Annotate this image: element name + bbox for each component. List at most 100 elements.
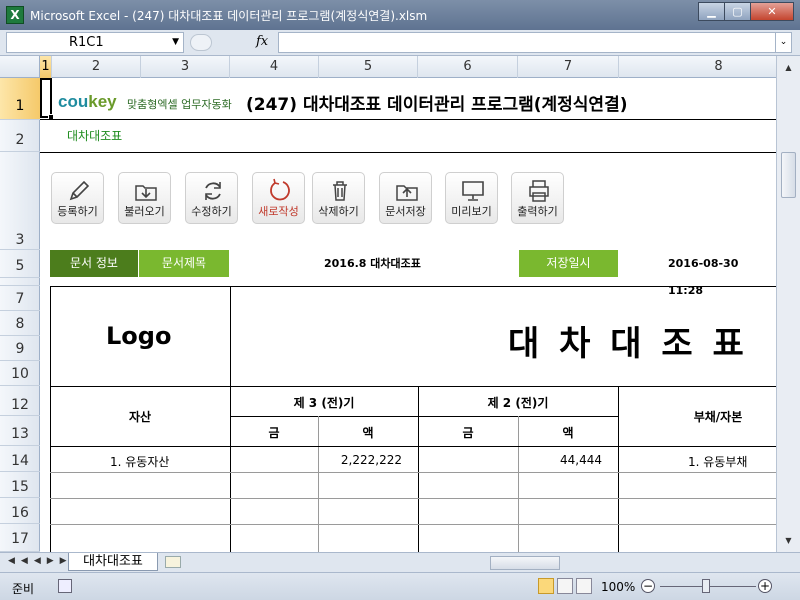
pencil-icon bbox=[69, 180, 90, 201]
select-all-corner[interactable] bbox=[0, 56, 40, 78]
row-header[interactable]: 16 bbox=[0, 498, 40, 524]
doc-info-label: 문서 정보 bbox=[50, 250, 138, 277]
monitor-icon bbox=[462, 181, 484, 201]
window-title: Microsoft Excel - (247) 대차대조표 데이터관리 프로그램… bbox=[30, 9, 428, 23]
period2-header: 제 2 (전)기 bbox=[487, 396, 549, 410]
table-border bbox=[230, 286, 231, 552]
normal-view-icon[interactable] bbox=[538, 578, 554, 594]
zoom-out-icon[interactable]: − bbox=[641, 579, 655, 593]
row1-asset[interactable]: 1. 유동자산 bbox=[110, 453, 169, 470]
report-logo: Logo bbox=[106, 322, 172, 350]
insert-sheet-icon[interactable] bbox=[165, 556, 181, 568]
name-box[interactable]: R1C1 ▼ bbox=[6, 32, 184, 53]
column-header[interactable]: 2 bbox=[52, 56, 141, 78]
row-header[interactable]: 10 bbox=[0, 361, 40, 386]
save-document-button[interactable]: 문서저장 bbox=[379, 172, 432, 224]
row-headers: 1 2 3 5 7 8 9 10 12 13 14 15 16 17 bbox=[0, 78, 40, 552]
edit-button[interactable]: 수정하기 bbox=[185, 172, 238, 224]
sheet-tab-bar: ◀◀◀▶▶▶ 대차대조표 bbox=[0, 552, 800, 572]
divider bbox=[40, 119, 776, 120]
page-layout-view-icon[interactable] bbox=[557, 578, 573, 594]
upload-folder-icon bbox=[396, 185, 418, 201]
print-button[interactable]: 출력하기 bbox=[511, 172, 564, 224]
trash-icon bbox=[333, 181, 347, 201]
load-button[interactable]: 불러오기 bbox=[118, 172, 171, 224]
doc-title-value[interactable]: 2016.8 대차대조표 bbox=[324, 250, 421, 277]
row-header[interactable]: 9 bbox=[0, 336, 40, 361]
sheet-tab[interactable]: 대차대조표 bbox=[68, 553, 158, 571]
close-button[interactable]: ✕ bbox=[750, 2, 794, 21]
column-header[interactable]: 6 bbox=[418, 56, 518, 78]
vertical-scroll-thumb[interactable] bbox=[781, 152, 796, 198]
row-header[interactable]: 1 bbox=[0, 78, 40, 120]
delete-button[interactable]: 삭제하기 bbox=[312, 172, 365, 224]
report-title: 대 차 대 조 표 bbox=[508, 324, 748, 364]
scroll-up-icon[interactable]: ▲ bbox=[781, 60, 796, 75]
column-headers: 1 2 3 4 5 6 7 8 bbox=[0, 56, 776, 78]
formula-cancel-enter-icon bbox=[190, 34, 212, 51]
new-circle-icon bbox=[270, 178, 290, 201]
liability-header: 부채/자본 bbox=[693, 410, 743, 424]
printer-icon bbox=[529, 180, 549, 202]
scroll-down-icon[interactable]: ▼ bbox=[781, 533, 796, 548]
status-bar: 준비 100% − + bbox=[0, 572, 800, 600]
divider bbox=[40, 152, 776, 153]
row-header[interactable]: 5 bbox=[0, 250, 40, 278]
zoom-in-icon[interactable]: + bbox=[758, 579, 772, 593]
period3-header: 제 3 (전)기 bbox=[293, 396, 355, 410]
zoom-level[interactable]: 100% bbox=[601, 580, 635, 594]
page-break-view-icon[interactable] bbox=[576, 578, 592, 594]
table-border bbox=[50, 446, 776, 447]
column-header[interactable]: 7 bbox=[518, 56, 619, 78]
new-button[interactable]: 새로작성 bbox=[252, 172, 305, 224]
toolbar-label: 문서저장 bbox=[385, 205, 426, 218]
row-header[interactable]: 8 bbox=[0, 311, 40, 336]
row-header[interactable]: 17 bbox=[0, 524, 40, 552]
amount-header-a: 금 bbox=[268, 426, 280, 440]
horizontal-scroll-thumb[interactable] bbox=[490, 556, 560, 570]
toolbar-label: 출력하기 bbox=[517, 205, 558, 218]
table-border bbox=[50, 386, 776, 387]
macro-record-icon[interactable] bbox=[58, 579, 72, 593]
formula-input[interactable] bbox=[278, 32, 776, 53]
formula-expand-button[interactable]: ⌄ bbox=[776, 32, 792, 53]
column-header[interactable]: 1 bbox=[40, 56, 52, 78]
maximize-button[interactable]: ▢ bbox=[724, 2, 751, 21]
preview-button[interactable]: 미리보기 bbox=[445, 172, 498, 224]
worksheet-grid: 1 2 3 4 5 6 7 8 1 2 3 5 7 8 9 10 12 13 1… bbox=[0, 56, 776, 552]
page-subtitle: 대차대조표 bbox=[67, 129, 123, 143]
horizontal-scrollbar[interactable] bbox=[470, 556, 776, 570]
toolbar-label: 등록하기 bbox=[57, 205, 98, 218]
tagline: 맞춤형엑셀 업무자동화 bbox=[127, 98, 232, 111]
row1-p3-amount[interactable]: 2,222,222 bbox=[318, 453, 402, 467]
row-header[interactable]: 3 bbox=[0, 152, 40, 250]
amount-header-b: 액 bbox=[362, 426, 374, 440]
row-header[interactable]: 13 bbox=[0, 416, 40, 446]
row-header[interactable]: 12 bbox=[0, 386, 40, 416]
insert-function-icon[interactable]: fx bbox=[256, 34, 268, 49]
formula-bar: R1C1 ▼ fx ⌄ bbox=[0, 30, 800, 56]
row-header[interactable]: 14 bbox=[0, 446, 40, 472]
zoom-slider-thumb[interactable] bbox=[702, 579, 710, 593]
row1-p2-amount[interactable]: 44,444 bbox=[518, 453, 602, 467]
table-gridline bbox=[50, 498, 776, 499]
minimize-button[interactable]: ▁ bbox=[698, 2, 725, 21]
brand-key: key bbox=[88, 92, 117, 111]
sheet-content: coukey 맞춤형엑셀 업무자동화 (247) 대차대조표 데이터관리 프로그… bbox=[40, 78, 776, 552]
vertical-scrollbar[interactable]: ▲ ▼ bbox=[776, 56, 800, 552]
column-header[interactable]: 3 bbox=[141, 56, 230, 78]
row1-liability[interactable]: 1. 유동부채 bbox=[688, 453, 747, 470]
row-header[interactable]: 7 bbox=[0, 286, 40, 311]
status-ready: 준비 bbox=[12, 582, 35, 596]
column-header[interactable]: 4 bbox=[230, 56, 319, 78]
chevron-down-icon[interactable]: ▼ bbox=[172, 33, 179, 52]
register-button[interactable]: 등록하기 bbox=[51, 172, 104, 224]
row-header[interactable]: 2 bbox=[0, 120, 40, 152]
column-header[interactable]: 5 bbox=[319, 56, 418, 78]
row-header[interactable]: 15 bbox=[0, 472, 40, 498]
amount-header-a: 금 bbox=[462, 426, 474, 440]
excel-app-icon[interactable]: X bbox=[6, 6, 24, 24]
column-header[interactable]: 8 bbox=[619, 56, 776, 78]
active-cell[interactable] bbox=[40, 78, 54, 120]
table-gridline bbox=[50, 472, 776, 473]
